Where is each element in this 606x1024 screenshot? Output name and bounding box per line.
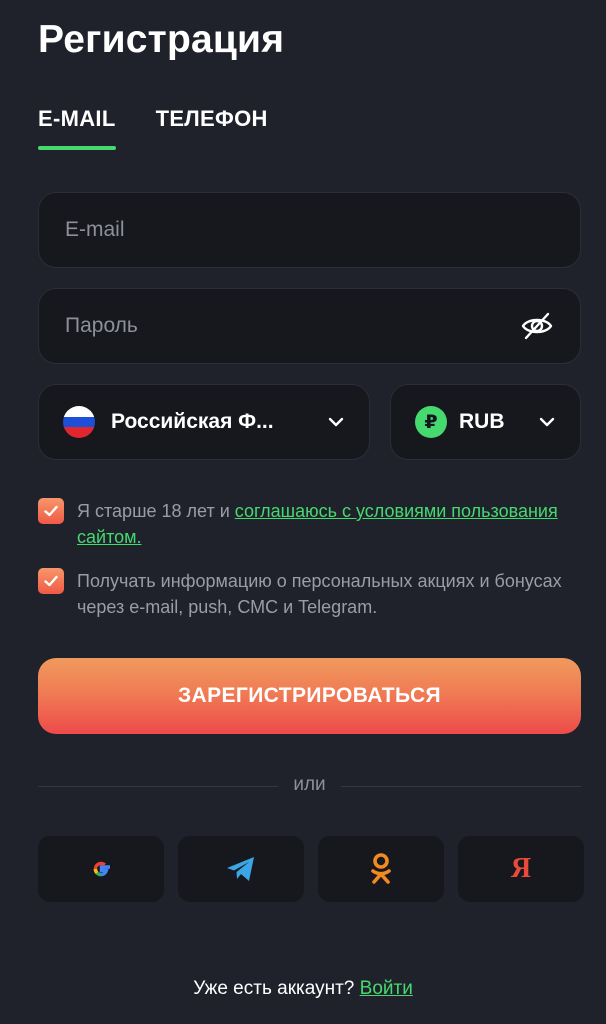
telegram-icon (227, 857, 254, 881)
social-login: Я (38, 836, 584, 902)
password-field (38, 288, 581, 364)
login-prompt: Уже есть аккаунт? Войти (193, 978, 413, 999)
tab-phone[interactable]: ТЕЛЕФОН (156, 106, 268, 150)
odnoklassniki-login-button[interactable] (318, 836, 444, 902)
password-input[interactable] (65, 314, 520, 338)
page-title: Регистрация (38, 18, 285, 61)
google-login-button[interactable] (38, 836, 164, 902)
chevron-down-icon (538, 413, 556, 431)
russia-flag-icon (63, 406, 95, 438)
currency-select[interactable]: ₽ RUB (390, 384, 581, 460)
registration-page: Регистрация E-MAIL ТЕЛЕФОН Российская Ф.… (0, 0, 606, 1024)
telegram-login-button[interactable] (178, 836, 304, 902)
promo-checkbox[interactable] (38, 568, 64, 594)
terms-text: Я старше 18 лет и соглашаюсь с условиями… (77, 501, 558, 547)
eye-off-icon[interactable] (520, 309, 554, 343)
country-select[interactable]: Российская Ф... (38, 384, 370, 460)
odnoklassniki-icon (371, 853, 391, 884)
yandex-login-button[interactable]: Я (458, 836, 584, 902)
terms-checkbox[interactable] (38, 498, 64, 524)
or-divider: или (38, 774, 581, 798)
promo-row: Получать информацию о персональных акция… (38, 568, 578, 620)
email-field (38, 192, 581, 268)
google-icon (93, 861, 110, 877)
currency-label: RUB (459, 410, 505, 433)
register-button[interactable]: ЗАРЕГИСТРИРОВАТЬСЯ (38, 658, 581, 734)
promo-text: Получать информацию о персональных акция… (77, 571, 562, 617)
tab-email[interactable]: E-MAIL (38, 106, 116, 150)
country-label: Российская Ф... (111, 410, 274, 433)
check-icon (44, 505, 58, 517)
yandex-icon: Я (510, 853, 532, 884)
chevron-down-icon (327, 413, 345, 431)
tabs: E-MAIL ТЕЛЕФОН (38, 106, 268, 150)
login-link[interactable]: Войти (360, 978, 413, 999)
email-input[interactable] (65, 218, 554, 242)
terms-row: Я старше 18 лет и соглашаюсь с условиями… (38, 498, 578, 550)
divider-label: или (293, 774, 326, 795)
ruble-icon: ₽ (415, 406, 447, 438)
check-icon (44, 575, 58, 587)
